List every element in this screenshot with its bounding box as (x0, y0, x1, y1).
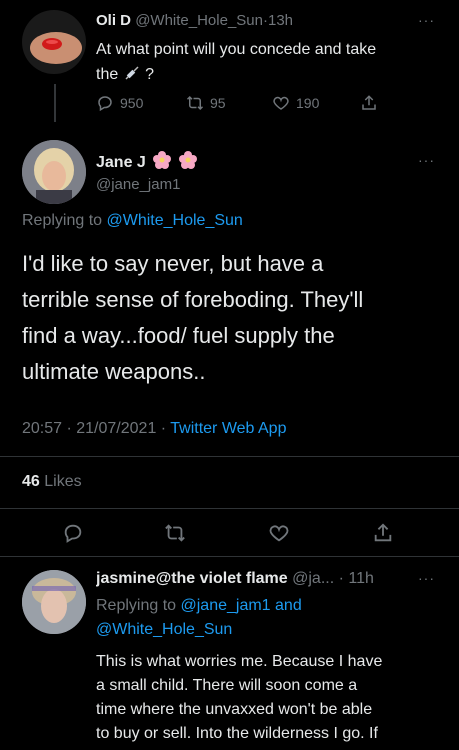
share-icon (360, 94, 378, 112)
tweet-body: This is what worries me. Because I have … (96, 650, 454, 746)
mention-link[interactable]: @jane_jam1 (181, 597, 271, 614)
cherry-blossom-icon (152, 150, 172, 175)
reply-count: 950 (120, 95, 144, 111)
retweet-button[interactable]: 95 (186, 94, 226, 112)
reply-icon[interactable] (62, 522, 84, 544)
likes-summary[interactable]: 46 Likes (22, 473, 82, 491)
mention-link[interactable]: @White_Hole_Sun (107, 212, 243, 229)
tweet-text-line: terrible sense of foreboding. They'll (22, 287, 364, 312)
replying-to-label: Replying to (96, 597, 177, 614)
retweet-count: 95 (210, 95, 226, 111)
tweet-text-line: find a way...food/ fuel supply the (22, 323, 335, 348)
avatar-jane[interactable] (22, 140, 86, 204)
author-name[interactable]: Jane J (96, 154, 146, 172)
author-name[interactable]: jasmine@the violet flame (96, 570, 288, 587)
tweet-time[interactable]: · 11h (339, 570, 374, 587)
more-options-icon[interactable]: ··· (418, 152, 435, 168)
reply-button[interactable]: 950 (96, 94, 143, 112)
author-handle[interactable]: @jane_jam1 (96, 176, 180, 193)
tweet-text-line: time where the unvaxxed won't be able (96, 701, 373, 718)
heart-icon[interactable] (268, 522, 290, 544)
likes-label: Likes (44, 473, 82, 490)
mention-link[interactable]: @White_Hole_Sun (96, 621, 232, 638)
retweet-icon (186, 94, 204, 112)
likes-count: 46 (22, 473, 40, 490)
tweet-text-line: the ? (96, 62, 446, 90)
more-options-icon[interactable]: ··· (418, 12, 435, 28)
author-name[interactable]: Oli D (96, 12, 131, 29)
cherry-blossom-icon (178, 150, 198, 175)
thread-line (54, 84, 56, 122)
share-button[interactable] (360, 94, 378, 112)
like-count: 190 (296, 95, 320, 111)
replying-to-label: Replying to (22, 212, 103, 229)
retweet-icon[interactable] (164, 522, 186, 544)
divider (0, 508, 459, 509)
tweet-text-line: to buy or sell. Into the wilderness I go… (96, 725, 378, 742)
mention-and: and (275, 597, 302, 614)
avatar-oli[interactable] (22, 10, 86, 74)
share-icon[interactable] (372, 522, 394, 544)
tweet-text-fragment: ? (145, 66, 155, 83)
like-button[interactable]: 190 (272, 94, 319, 112)
tweet-text-fragment: the (96, 66, 119, 83)
avatar-jasmine[interactable] (22, 570, 86, 634)
author-handle[interactable]: @ja... (292, 570, 334, 587)
more-options-icon[interactable]: ··· (418, 570, 435, 586)
syringe-icon (123, 64, 141, 90)
tweet-time[interactable]: 13h (268, 12, 293, 29)
heart-icon (272, 94, 290, 112)
source-link[interactable]: Twitter Web App (170, 420, 286, 437)
divider (0, 456, 459, 457)
tweet-text-line: a small child. There will soon come a (96, 677, 358, 694)
author-handle[interactable]: @White_Hole_Sun (135, 12, 263, 29)
divider (0, 556, 459, 557)
tweet-timestamp[interactable]: 20:57 · 21/07/2021 · (22, 420, 166, 437)
tweet-text-line: I'd like to say never, but have a (22, 251, 324, 276)
tweet-text-line: At what point will you concede and take (96, 41, 377, 58)
reply-icon (96, 94, 114, 112)
tweet-text-line: ultimate weapons.. (22, 359, 206, 384)
tweet-text-line: This is what worries me. Because I have (96, 653, 383, 670)
tweet-body: I'd like to say never, but have a terrib… (22, 246, 442, 390)
